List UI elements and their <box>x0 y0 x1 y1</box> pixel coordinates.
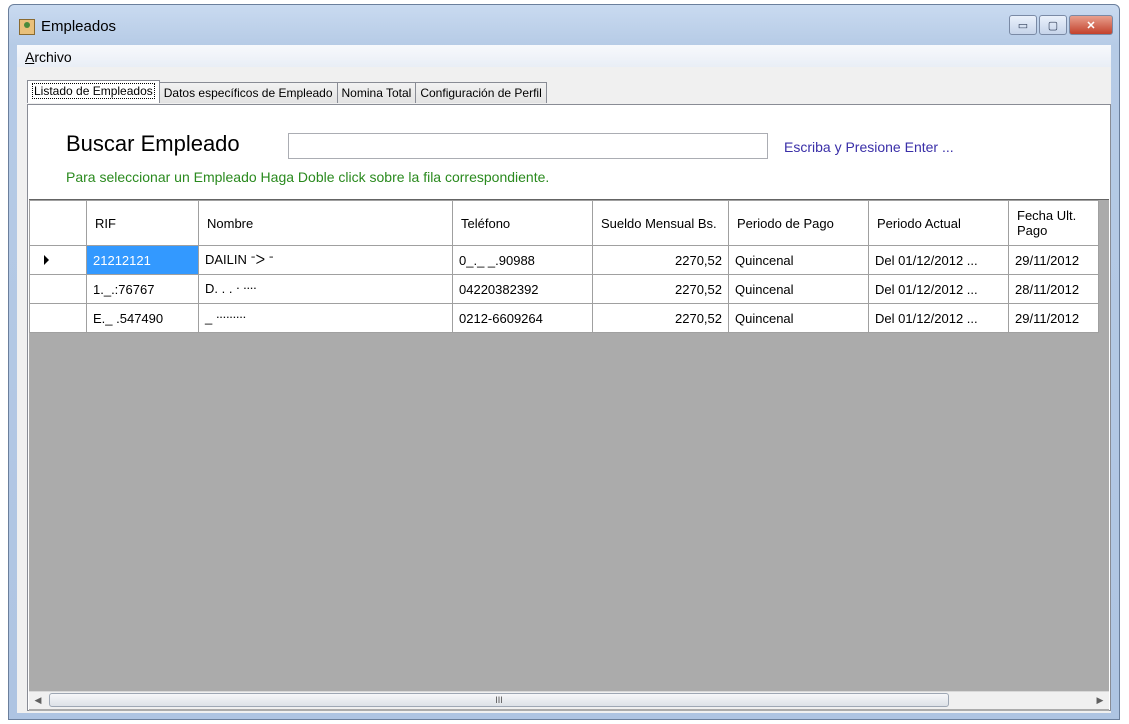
cell-telefono[interactable]: 0_._ _.90988 <box>452 245 593 275</box>
cell-telefono[interactable]: 04220382392 <box>452 274 593 304</box>
client-area: Archivo Listado de Empleados Datos espec… <box>17 45 1111 713</box>
cell-rif[interactable]: E._ .547490 <box>86 303 199 333</box>
cell-rif[interactable]: 1._.:76767 <box>86 274 199 304</box>
table-row[interactable]: E._ .547490 _ ᐧᐧᐧᐧᐧᐧᐧᐧᐧ 0212-6609264 227… <box>29 303 1099 333</box>
row-selector[interactable] <box>29 245 87 275</box>
cell-sueldo[interactable]: 2270,52 <box>592 274 729 304</box>
cell-fecha-ult-pago[interactable]: 28/11/2012 <box>1008 274 1099 304</box>
cell-nombre[interactable]: D. . . ᐧ ᐧᐧᐧᐧ <box>198 274 453 304</box>
tab-listado-empleados[interactable]: Listado de Empleados <box>27 80 160 103</box>
employees-grid[interactable]: RIF Nombre Teléfono Sueldo Mensual Bs. P… <box>29 199 1109 711</box>
tab-nomina-total[interactable]: Nomina Total <box>336 82 417 103</box>
column-header-periodo-pago[interactable]: Periodo de Pago <box>728 200 869 246</box>
cell-periodo-actual[interactable]: Del 01/12/2012 ... <box>868 245 1009 275</box>
tab-panel: Buscar Empleado Escriba y Presione Enter… <box>27 104 1111 711</box>
search-hint: Escriba y Presione Enter ... <box>784 139 954 155</box>
cell-nombre[interactable]: _ ᐧᐧᐧᐧᐧᐧᐧᐧᐧ <box>198 303 453 333</box>
cell-sueldo[interactable]: 2270,52 <box>592 245 729 275</box>
window-controls: ▭ ▢ ✕ <box>1009 15 1113 35</box>
minimize-icon[interactable]: ▭ <box>1009 15 1037 35</box>
cell-fecha-ult-pago[interactable]: 29/11/2012 <box>1008 303 1099 333</box>
column-header-telefono[interactable]: Teléfono <box>452 200 593 246</box>
search-input[interactable] <box>288 133 768 159</box>
cell-nombre[interactable]: DAILIN ᐨᐳ ᐨ <box>198 245 453 275</box>
menu-archivo-label: rchivo <box>34 49 72 65</box>
column-header-rif[interactable]: RIF <box>86 200 199 246</box>
cell-fecha-ult-pago[interactable]: 29/11/2012 <box>1008 245 1099 275</box>
maximize-icon[interactable]: ▢ <box>1039 15 1067 35</box>
row-selector[interactable] <box>29 274 87 304</box>
table-row[interactable]: 21212121 DAILIN ᐨᐳ ᐨ 0_._ _.90988 2270,5… <box>29 245 1099 275</box>
current-row-arrow-icon <box>44 254 49 265</box>
titlebar: Empleados ▭ ▢ ✕ <box>9 5 1119 45</box>
app-icon <box>19 19 35 35</box>
table-row[interactable]: 1._.:76767 D. . . ᐧ ᐧᐧᐧᐧ 04220382392 227… <box>29 274 1099 304</box>
column-header-periodo-actual[interactable]: Periodo Actual <box>868 200 1009 246</box>
cell-periodo-pago[interactable]: Quincenal <box>728 274 869 304</box>
column-header-nombre[interactable]: Nombre <box>198 200 453 246</box>
menu-archivo[interactable]: Archivo <box>25 49 72 65</box>
tab-label: Listado de Empleados <box>32 83 155 99</box>
horizontal-scrollbar[interactable]: ◀ III ▶ <box>29 691 1109 709</box>
column-header-fecha-ult-pago[interactable]: Fecha Ult. Pago <box>1008 200 1099 246</box>
header-row: RIF Nombre Teléfono Sueldo Mensual Bs. P… <box>29 200 1099 246</box>
cell-periodo-actual[interactable]: Del 01/12/2012 ... <box>868 303 1009 333</box>
window: Empleados ▭ ▢ ✕ Archivo Listado de Emple… <box>8 4 1120 720</box>
employees-table: RIF Nombre Teléfono Sueldo Mensual Bs. P… <box>29 200 1099 333</box>
menubar: Archivo <box>17 45 1111 67</box>
cell-periodo-pago[interactable]: Quincenal <box>728 245 869 275</box>
row-selector[interactable] <box>29 303 87 333</box>
instruction-text: Para seleccionar un Empleado Haga Doble … <box>66 169 550 185</box>
cell-periodo-pago[interactable]: Quincenal <box>728 303 869 333</box>
column-header-sueldo[interactable]: Sueldo Mensual Bs. <box>592 200 729 246</box>
cell-telefono[interactable]: 0212-6609264 <box>452 303 593 333</box>
cell-sueldo[interactable]: 2270,52 <box>592 303 729 333</box>
scroll-right-icon[interactable]: ▶ <box>1091 692 1109 709</box>
close-icon[interactable]: ✕ <box>1069 15 1113 35</box>
cell-periodo-actual[interactable]: Del 01/12/2012 ... <box>868 274 1009 304</box>
row-header-corner <box>29 200 87 246</box>
scroll-thumb[interactable]: III <box>49 693 949 707</box>
tab-configuracion-perfil[interactable]: Configuración de Perfil <box>415 82 547 103</box>
tab-strip: Listado de Empleados Datos específicos d… <box>27 80 547 104</box>
cell-rif[interactable]: 21212121 <box>86 245 199 275</box>
menu-archivo-accel: A <box>25 49 35 65</box>
scroll-left-icon[interactable]: ◀ <box>29 692 47 709</box>
tab-datos-especificos[interactable]: Datos específicos de Empleado <box>158 82 338 103</box>
window-title: Empleados <box>41 18 117 35</box>
search-label: Buscar Empleado <box>66 131 240 156</box>
